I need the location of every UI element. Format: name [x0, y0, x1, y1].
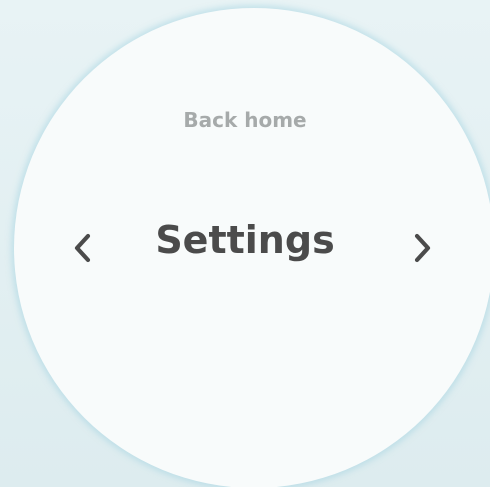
back-home-link[interactable]: Back home	[0, 108, 490, 132]
chevron-right-icon	[414, 233, 431, 263]
screen: Back home Settings	[0, 0, 490, 487]
next-button[interactable]	[402, 226, 442, 270]
